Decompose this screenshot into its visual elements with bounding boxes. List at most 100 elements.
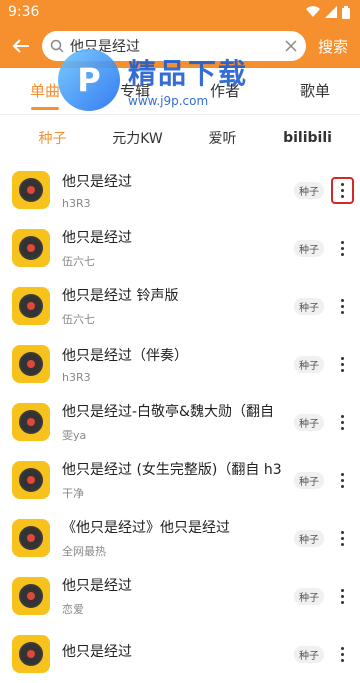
song-info: 他只是经过 [62,641,288,667]
song-cover [12,403,50,441]
disc-icon [19,236,43,260]
source-badge: 种子 [294,471,324,489]
song-info: 他只是经过 铃声版 伍六七 [62,285,288,327]
disc-icon [19,526,43,550]
song-cover [12,229,50,267]
source-tab-bilibili[interactable]: bilibili [265,130,350,146]
source-badge: 种子 [294,297,324,315]
disc-icon [19,352,43,376]
status-bar: 9:36 [0,0,360,24]
wifi-icon [306,6,320,18]
signal-icon [325,6,337,18]
source-badge: 种子 [294,529,324,547]
tab-playlist[interactable]: 歌单 [270,68,360,114]
more-vertical-icon[interactable] [335,585,350,608]
source-badge: 种子 [294,587,324,605]
more-vertical-icon[interactable] [335,411,350,434]
more-button[interactable] [324,176,360,204]
song-row[interactable]: 他只是经过 种子 [0,625,360,683]
song-info: 《他只是经过》他只是经过 全网最热 [62,517,288,559]
top-bar: 他只是经过 搜索 [0,24,360,68]
song-row[interactable]: 他只是经过 (女生完整版)（翻自 h3 干净 种子 [0,451,360,509]
song-info: 他只是经过 伍六七 [62,227,288,269]
more-button[interactable] [324,643,360,666]
tab-single[interactable]: 单曲 [0,68,90,114]
source-badge: 种子 [294,355,324,373]
song-title: 他只是经过 [62,578,132,594]
song-title: 他只是经过-白敬亭&魏大勋（翻自 [62,404,274,420]
song-artist: 干净 [62,487,84,500]
more-button[interactable] [324,353,360,376]
song-cover [12,345,50,383]
song-info: 他只是经过-白敬亭&魏大勋（翻自 雯ya [62,401,288,443]
song-title: 他只是经过 [62,173,132,190]
song-artist: 全网最热 [62,545,106,558]
more-vertical-icon[interactable] [335,353,350,376]
song-title: 他只是经过 [62,230,132,246]
source-tab-seed[interactable]: 种子 [10,128,95,148]
tab-album[interactable]: 专辑 [90,68,180,114]
song-artist: 伍六七 [62,255,95,268]
song-info: 他只是经过 h3R3 [62,171,288,210]
source-tab-aiting[interactable]: 爱听 [180,128,265,148]
source-badge: 种子 [294,239,324,257]
more-vertical-icon[interactable] [335,527,350,550]
song-row[interactable]: 他只是经过（伴奏） h3R3 种子 [0,335,360,393]
search-icon [50,39,64,53]
song-cover [12,635,50,673]
more-button[interactable] [324,411,360,434]
disc-icon [19,468,43,492]
song-artist: h3R3 [62,370,91,384]
search-button[interactable]: 搜索 [314,36,352,57]
more-button[interactable] [324,237,360,260]
song-artist: 恋爱 [62,603,84,616]
more-vertical-icon[interactable] [335,295,350,318]
song-cover [12,519,50,557]
song-row[interactable]: 《他只是经过》他只是经过 全网最热 种子 [0,509,360,567]
disc-icon [19,178,43,202]
search-input[interactable]: 他只是经过 [42,31,306,61]
song-row[interactable]: 他只是经过-白敬亭&魏大勋（翻自 雯ya 种子 [0,393,360,451]
song-cover [12,577,50,615]
source-tab-kw[interactable]: 元力KW [95,128,180,148]
disc-icon [19,584,43,608]
song-info: 他只是经过 恋爱 [62,575,288,617]
status-time: 9:36 [8,4,40,20]
status-icons [306,5,350,19]
clear-icon[interactable] [284,39,298,53]
category-tabs: 单曲 专辑 作者 歌单 [0,68,360,115]
song-cover [12,461,50,499]
more-vertical-icon[interactable] [335,643,350,666]
more-button[interactable] [324,585,360,608]
source-badge: 种子 [294,413,324,431]
tab-author[interactable]: 作者 [180,68,270,114]
song-row[interactable]: 他只是经过 h3R3 种子 [0,161,360,219]
back-button[interactable] [6,31,36,61]
source-badge: 种子 [294,645,324,663]
song-info: 他只是经过（伴奏） h3R3 [62,345,288,384]
more-button[interactable] [324,469,360,492]
arrow-left-icon [12,39,29,53]
song-cover [12,171,50,209]
song-title: 他只是经过 [62,644,132,660]
disc-icon [19,410,43,434]
song-row[interactable]: 他只是经过 铃声版 伍六七 种子 [0,277,360,335]
disc-icon [19,642,43,666]
song-title: 他只是经过 铃声版 [62,288,179,304]
song-cover [12,287,50,325]
song-row[interactable]: 他只是经过 伍六七 种子 [0,219,360,277]
song-row[interactable]: 他只是经过 恋爱 种子 [0,567,360,625]
source-badge: 种子 [294,181,324,199]
song-info: 他只是经过 (女生完整版)（翻自 h3 干净 [62,459,288,501]
more-button[interactable] [324,527,360,550]
song-artist: 雯ya [62,429,87,442]
more-vertical-icon[interactable] [335,469,350,492]
more-button[interactable] [324,295,360,318]
more-vertical-icon[interactable] [330,176,354,204]
battery-icon [342,5,350,19]
song-title: 《他只是经过》他只是经过 [62,520,230,536]
source-tabs: 种子 元力KW 爱听 bilibili [0,115,360,161]
search-query[interactable]: 他只是经过 [70,36,284,56]
song-list: 他只是经过 h3R3 种子 他只是经过 伍六七 种子 他只是经过 铃声版 伍六七 种子 他只是经… [0,161,360,683]
more-vertical-icon[interactable] [335,237,350,260]
